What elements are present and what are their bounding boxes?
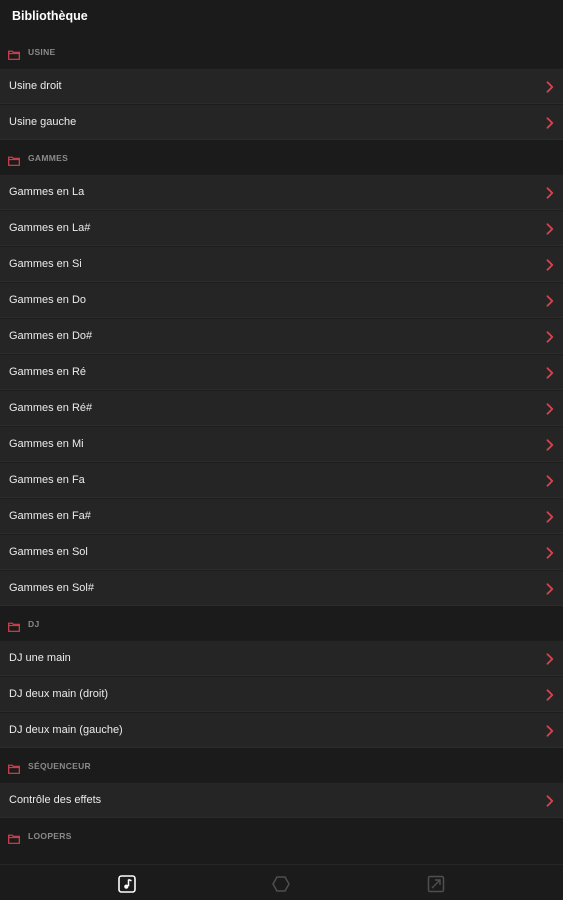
chevron-right-icon: [546, 474, 554, 487]
list-item-label: Usine droit: [9, 80, 62, 92]
chevron-right-icon: [546, 222, 554, 235]
section-label: SÉQUENCEUR: [28, 761, 91, 771]
list-item[interactable]: DJ deux main (gauche): [0, 712, 563, 748]
section-label: GAMMES: [28, 153, 69, 163]
list-item-label: Gammes en La: [9, 186, 85, 198]
chevron-right-icon: [546, 438, 554, 451]
chevron-right-icon: [546, 366, 554, 379]
image-icon[interactable]: [426, 874, 446, 894]
folder-icon: [8, 761, 20, 774]
list-item-label: Gammes en Ré: [9, 366, 87, 378]
list-item-label: DJ deux main (droit): [9, 688, 109, 700]
chevron-right-icon: [546, 402, 554, 415]
folder-icon: [8, 153, 20, 166]
list-item[interactable]: DJ une main: [0, 640, 563, 676]
list-item[interactable]: DJ deux main (droit): [0, 676, 563, 712]
list-item-label: Gammes en Do#: [9, 330, 93, 342]
section-header: GAMMES: [0, 140, 563, 174]
list-item-label: Contrôle des effets: [9, 794, 102, 806]
chevron-right-icon: [546, 186, 554, 199]
list-item-label: Gammes en Sol: [9, 546, 88, 558]
list-item-label: Usine gauche: [9, 116, 77, 128]
list-item-label: Gammes en La#: [9, 222, 91, 234]
section-label: DJ: [28, 619, 40, 629]
chevron-right-icon: [546, 258, 554, 271]
list-item[interactable]: Contrôle des effets: [0, 782, 563, 818]
section-header: USINE: [0, 34, 563, 68]
list-item[interactable]: Gammes en Si: [0, 246, 563, 282]
list-item[interactable]: Gammes en Ré: [0, 354, 563, 390]
list-item[interactable]: Gammes en Fa: [0, 462, 563, 498]
list-item[interactable]: Gammes en Do#: [0, 318, 563, 354]
chevron-right-icon: [546, 116, 554, 129]
section-header: SÉQUENCEUR: [0, 748, 563, 782]
list-item-label: Gammes en Fa: [9, 474, 85, 486]
list-item[interactable]: Usine gauche: [0, 104, 563, 140]
chevron-right-icon: [546, 330, 554, 343]
chevron-right-icon: [546, 794, 554, 807]
list-item[interactable]: Gammes en Sol: [0, 534, 563, 570]
list-item[interactable]: Gammes en La#: [0, 210, 563, 246]
section-header: DJ: [0, 606, 563, 640]
list-item[interactable]: Gammes en Do: [0, 282, 563, 318]
chevron-right-icon: [546, 546, 554, 559]
chevron-right-icon: [546, 724, 554, 737]
list-item-label: Gammes en Ré#: [9, 402, 93, 414]
bottom-nav: [0, 864, 563, 900]
list-item-label: Gammes en Do: [9, 294, 87, 306]
chevron-right-icon: [546, 688, 554, 701]
title-bar: Bibliothèque: [0, 0, 563, 34]
folder-icon: [8, 831, 20, 844]
chevron-right-icon: [546, 80, 554, 93]
list-item[interactable]: Gammes en Fa#: [0, 498, 563, 534]
section-label: USINE: [28, 47, 56, 57]
folder-icon: [8, 619, 20, 632]
list-item-label: Gammes en Si: [9, 258, 82, 270]
section-header: LOOPERS: [0, 818, 563, 852]
section-label: LOOPERS: [28, 831, 72, 841]
list-item-label: DJ une main: [9, 652, 71, 664]
hexagon-icon[interactable]: [271, 874, 291, 894]
chevron-right-icon: [546, 582, 554, 595]
list-item-label: Gammes en Sol#: [9, 582, 94, 594]
list-item[interactable]: Gammes en Ré#: [0, 390, 563, 426]
folder-icon: [8, 47, 20, 60]
list-item-label: Gammes en Mi: [9, 438, 84, 450]
list-item-label: DJ deux main (gauche): [9, 724, 123, 736]
library-list[interactable]: USINE Usine droit Usine gauche GAMMES Gammes…: [0, 34, 563, 864]
list-item[interactable]: Gammes en Sol#: [0, 570, 563, 606]
chevron-right-icon: [546, 510, 554, 523]
list-item[interactable]: Gammes en La: [0, 174, 563, 210]
list-item[interactable]: Gammes en Mi: [0, 426, 563, 462]
app-window: Bibliothèque USINE Usine droit Usine gauch…: [0, 0, 563, 900]
list-item[interactable]: Usine droit: [0, 68, 563, 104]
chevron-right-icon: [546, 294, 554, 307]
page-title: Bibliothèque: [12, 9, 88, 23]
list-item-label: Gammes en Fa#: [9, 510, 91, 522]
music-note-icon[interactable]: [117, 874, 137, 894]
chevron-right-icon: [546, 652, 554, 665]
